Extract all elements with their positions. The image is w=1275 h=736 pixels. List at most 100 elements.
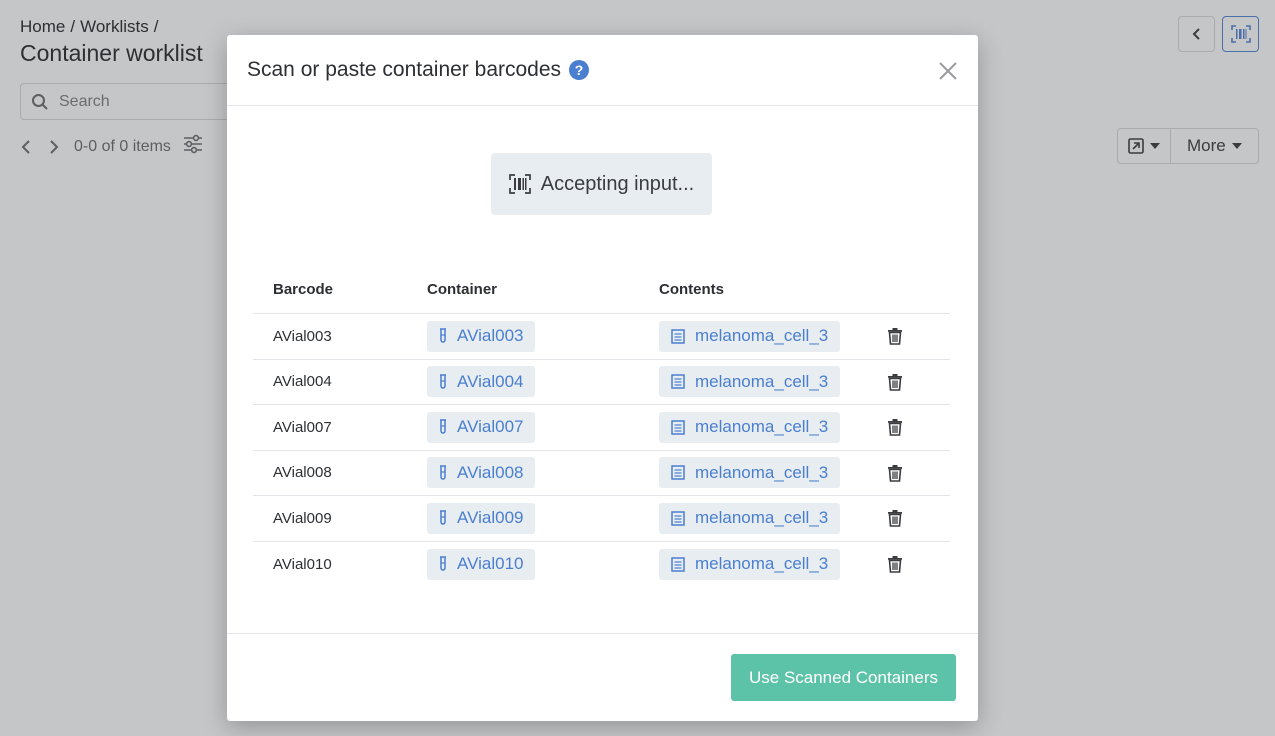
contents-link-label: melanoma_cell_3 (695, 508, 829, 528)
trash-icon[interactable] (886, 509, 904, 528)
contents-link-label: melanoma_cell_3 (695, 326, 829, 346)
filter-settings-icon[interactable] (183, 134, 203, 159)
breadcrumb: Home / Worklists / (20, 17, 163, 37)
close-icon[interactable] (938, 61, 958, 81)
table-header: Barcode Container Contents (253, 265, 950, 314)
container-link[interactable]: AVial003 (427, 320, 536, 352)
pager-range-text: 0-0 of 0 items (74, 137, 171, 155)
barcode-cell: AVial009 (273, 509, 332, 527)
column-header-container: Container (427, 280, 498, 298)
breadcrumb-separator: / (153, 17, 159, 36)
container-cell: AVial010 (427, 548, 659, 580)
contents-link[interactable]: melanoma_cell_3 (659, 548, 841, 580)
search-input[interactable] (59, 92, 219, 111)
help-icon[interactable]: ? (569, 60, 590, 80)
trash-icon[interactable] (886, 464, 904, 482)
collapse-panel-button[interactable] (1178, 16, 1215, 52)
breadcrumb-worklists[interactable]: Worklists (80, 17, 149, 36)
scanned-containers-table: Barcode Container Contents AVial003 AVia… (253, 265, 950, 587)
table-row: AVial008 AVial008 melanoma_cell_3 (253, 451, 950, 496)
trash-icon[interactable] (886, 327, 904, 346)
breadcrumb-home[interactable]: Home (20, 17, 65, 36)
barcode-cell: AVial008 (273, 464, 332, 482)
tube-icon (440, 419, 446, 434)
document-icon (671, 329, 685, 344)
search-box[interactable] (20, 83, 260, 120)
contents-link[interactable]: melanoma_cell_3 (659, 320, 841, 352)
container-link[interactable]: AVial007 (427, 411, 536, 443)
chevron-right-icon[interactable] (46, 136, 62, 158)
actions-cell (882, 464, 950, 482)
table-row: AVial003 AVial003 melanoma_cell_3 (253, 314, 950, 360)
scan-status-text: Accepting input... (540, 172, 695, 195)
more-button[interactable]: More (1170, 129, 1258, 163)
document-icon (671, 465, 685, 480)
container-link-label: AVial003 (457, 326, 524, 346)
contents-link[interactable]: melanoma_cell_3 (659, 502, 841, 534)
trash-icon[interactable] (886, 418, 904, 437)
document-icon (671, 420, 685, 435)
container-cell: AVial004 (427, 366, 659, 398)
container-cell: AVial007 (427, 411, 659, 443)
barcode-icon (1230, 25, 1251, 43)
trash-icon[interactable] (886, 555, 904, 574)
container-cell: AVial003 (427, 320, 659, 352)
contents-link[interactable]: melanoma_cell_3 (659, 411, 841, 443)
chevron-left-icon (1192, 28, 1200, 40)
scan-barcodes-modal: Scan or paste container barcodes ? Accep… (227, 35, 978, 721)
barcode-icon (508, 174, 531, 194)
actions-cell (882, 509, 950, 528)
contents-link-label: melanoma_cell_3 (695, 554, 829, 574)
barcode-cell: AVial007 (273, 418, 332, 436)
breadcrumb-separator: / (70, 17, 76, 36)
contents-cell: melanoma_cell_3 (659, 457, 882, 489)
contents-cell: melanoma_cell_3 (659, 502, 882, 534)
use-scanned-containers-button[interactable]: Use Scanned Containers (731, 654, 956, 701)
table-row: AVial010 AVial010 melanoma_cell_3 (253, 542, 950, 588)
scan-barcode-button[interactable] (1222, 16, 1259, 52)
contents-link[interactable]: melanoma_cell_3 (659, 366, 841, 398)
contents-cell: melanoma_cell_3 (659, 366, 882, 398)
caret-down-icon (1231, 143, 1242, 149)
contents-link-label: melanoma_cell_3 (695, 371, 829, 391)
more-button-label: More (1187, 136, 1226, 155)
barcode-cell: AVial004 (273, 373, 332, 391)
page-title: Container worklist (20, 40, 203, 66)
document-icon (671, 511, 685, 526)
table-row: AVial007 AVial007 melanoma_cell_3 (253, 405, 950, 451)
tube-icon (440, 510, 446, 525)
contents-cell: melanoma_cell_3 (659, 411, 882, 443)
container-link[interactable]: AVial004 (427, 366, 536, 398)
container-link[interactable]: AVial008 (427, 457, 536, 489)
actions-cell (882, 373, 950, 391)
container-link[interactable]: AVial010 (427, 548, 536, 580)
scan-status-indicator: Accepting input... (491, 153, 712, 215)
barcode-cell: AVial010 (273, 555, 332, 573)
container-link-label: AVial004 (457, 371, 524, 391)
export-button[interactable] (1118, 129, 1170, 163)
contents-link[interactable]: melanoma_cell_3 (659, 457, 841, 489)
svg-text:?: ? (575, 62, 584, 78)
container-link[interactable]: AVial009 (427, 502, 536, 534)
barcode-cell: AVial003 (273, 327, 332, 345)
trash-icon[interactable] (886, 373, 904, 391)
chevron-left-icon[interactable] (18, 136, 34, 158)
toolbar-button-group: More (1117, 128, 1259, 164)
container-link-label: AVial009 (457, 508, 524, 528)
caret-down-icon (1150, 143, 1160, 149)
table-row: AVial004 AVial004 melanoma_cell_3 (253, 360, 950, 405)
tube-icon (440, 556, 446, 571)
modal-footer: Use Scanned Containers (227, 633, 978, 721)
container-link-label: AVial010 (457, 554, 524, 574)
modal-header: Scan or paste container barcodes ? (227, 35, 978, 106)
column-header-contents: Contents (659, 280, 724, 298)
contents-link-label: melanoma_cell_3 (695, 462, 829, 482)
actions-cell (882, 327, 950, 346)
tube-icon (440, 374, 446, 389)
container-cell: AVial008 (427, 457, 659, 489)
modal-title: Scan or paste container barcodes (247, 58, 562, 81)
actions-cell (882, 418, 950, 437)
container-link-label: AVial008 (457, 462, 524, 482)
tube-icon (440, 465, 446, 480)
container-cell: AVial009 (427, 502, 659, 534)
